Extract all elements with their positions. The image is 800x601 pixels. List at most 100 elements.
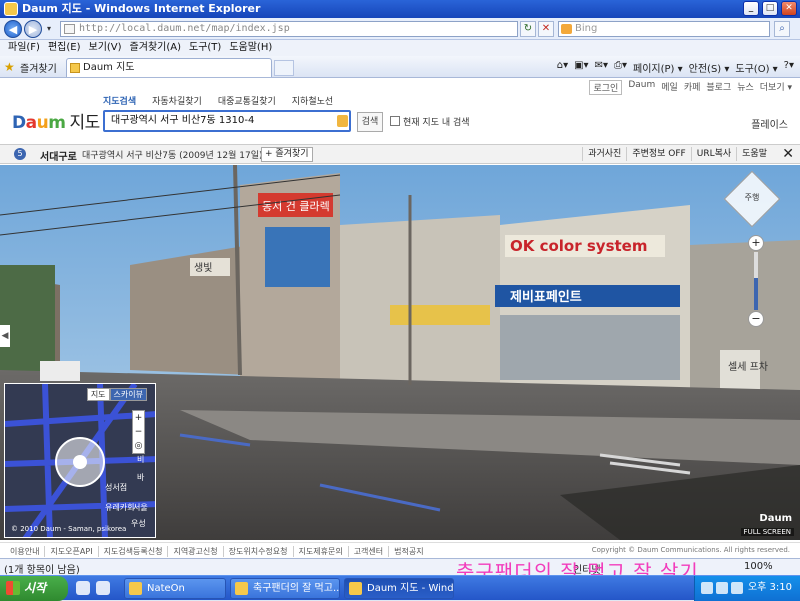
help-icon[interactable]: ?▾ [784,60,794,75]
add-favorite-button[interactable]: + 즐겨찾기 [261,147,313,162]
footer-link[interactable]: 지도제휴문의 [292,546,348,557]
new-tab-button[interactable] [274,60,294,76]
clock: 오후 3:10 [747,582,792,593]
maximize-button[interactable]: □ [762,1,778,16]
start-button[interactable]: 시작 [0,576,68,601]
minimap-label: 성서점 [105,483,128,492]
cmd-safety[interactable]: 안전(S) ▾ [689,60,730,75]
link-cafe[interactable]: 카페 [684,80,701,95]
favorites-star-icon[interactable]: ★ [4,60,15,74]
feeds-icon[interactable]: ▣▾ [574,60,588,75]
tab-map-search[interactable]: 지도검색 [103,94,136,107]
link-mail[interactable]: 메일 [661,80,678,95]
minimap-tab-map[interactable]: 지도 [86,388,110,401]
tray-icons [701,582,743,594]
cmd-page[interactable]: 페이지(P) ▾ [633,60,683,75]
minimize-button[interactable]: _ [743,1,759,16]
copy-url-button[interactable]: URL복사 [690,147,736,161]
address-bar: ◀ ▶ ▾ http://local.daum.net/map/index.js… [0,18,800,40]
footer-link[interactable]: 지도오픈API [44,546,97,557]
taskbar-item-daum-map[interactable]: Daum 지도 - Wind... [344,578,454,599]
window-title: Daum 지도 - Windows Internet Explorer [22,2,261,15]
minimap[interactable]: 지도 스카이뷰 + − ◎ 비 바 성서점 유레카회 서울 우성 © 2010 … [4,383,156,538]
help-button[interactable]: 도움말 [736,147,772,161]
login-button[interactable]: 로그인 [589,80,623,95]
taskbar-item-blog[interactable]: 축구팬더의 잘 먹고... [230,578,340,599]
desktop-quicklaunch-icon[interactable] [96,581,110,595]
footer-link[interactable]: 고객센터 [347,546,388,557]
daum-header: 로그인 Daum 메일 카페 블로그 뉴스 더보기 ▾ Daum 지도 지도검색 … [0,78,800,144]
menu-favorites[interactable]: 즐겨찾기(A) [126,40,185,56]
status-zoom[interactable]: 100% [744,561,773,572]
favorites-button[interactable]: 즐겨찾기 [20,60,57,75]
ie-icon [4,2,18,16]
drive-mode-label[interactable]: 주행 [728,192,776,203]
refresh-icon[interactable]: ↻ [520,21,536,37]
daum-map-logo[interactable]: Daum 지도 [12,108,100,133]
navigation-dial[interactable]: 주행 [723,170,781,228]
tab-subway[interactable]: 지하철노선 [292,94,333,107]
roadview-zoom-control: + − [748,235,764,327]
minimap-zoom-in[interactable]: + [133,411,144,425]
tab-car-route[interactable]: 자동차길찾기 [152,94,202,107]
mail-icon[interactable]: ✉▾ [595,60,608,75]
tray-icon[interactable] [701,582,713,594]
minimap-tab-skyview[interactable]: 스카이뷰 [109,388,147,401]
zoom-out-button[interactable]: − [748,311,764,327]
footer-link[interactable]: 장도위치수정요청 [222,546,293,557]
link-daum[interactable]: Daum [628,80,655,95]
within-map-label: 현재 지도 내 검색 [403,118,470,128]
history-dropdown-icon[interactable]: ▾ [44,20,54,38]
footer-link[interactable]: 이용안내 [10,546,44,557]
map-search-button[interactable]: 검색 [357,112,383,132]
map-search-input[interactable]: 대구광역시 서구 비산7동 1310-4 [103,110,351,132]
home-icon[interactable]: ⌂▾ [557,60,568,75]
tray-icon[interactable] [731,582,743,594]
footer-link[interactable]: 법적공지 [388,546,428,557]
close-window-button[interactable]: ✕ [781,1,797,16]
url-input[interactable]: http://local.daum.net/map/index.jsp [60,21,518,37]
cmd-tools[interactable]: 도구(O) ▾ [735,60,777,75]
search-go-icon[interactable]: ⌕ [774,21,790,37]
menu-help[interactable]: 도움말(H) [225,40,276,56]
menu-file[interactable]: 파일(F) [4,40,44,56]
places-link[interactable]: 플레이스 [751,116,788,131]
link-more[interactable]: 더보기 ▾ [760,80,792,95]
nearby-info-toggle[interactable]: 주변정보 OFF [626,147,690,161]
menu-edit[interactable]: 편집(E) [44,40,85,56]
footer-link[interactable]: 지도검색등록신청 [97,546,168,557]
link-news[interactable]: 뉴스 [737,80,754,95]
roadview-panorama[interactable]: 동서 건 클라렉 생빛 OK color system 제비표페인트 셀세 프차 [0,165,800,540]
tray-icon[interactable] [716,582,728,594]
ie-quicklaunch-icon[interactable] [76,581,90,595]
menu-tools[interactable]: 도구(T) [185,40,225,56]
tab-title: Daum 지도 [83,62,135,73]
stop-icon[interactable]: ✕ [538,21,554,37]
search-engine-input[interactable]: Bing [558,21,770,37]
within-map-checkbox[interactable]: 현재 지도 내 검색 [390,115,470,128]
minimap-label: 우성 [131,519,146,528]
minimap-locate-icon[interactable]: ◎ [133,439,144,453]
tab-daum-map[interactable]: Daum 지도 [66,58,272,77]
search-dropdown-icon[interactable] [337,115,348,127]
close-roadview-icon[interactable]: ✕ [782,146,794,162]
checkbox-box[interactable] [390,116,400,126]
building-corner [340,215,500,385]
minimap-zoom-out[interactable]: − [133,425,144,439]
tab-transit-route[interactable]: 대중교통길찾기 [218,94,276,107]
minimap-label: 바 [137,473,145,482]
taskbar-item-nateon[interactable]: NateOn [124,578,226,599]
minimap-copyright: © 2010 Daum - Saman, psikorea [11,525,127,533]
link-blog[interactable]: 블로그 [706,80,731,95]
zoom-in-button[interactable]: + [748,235,764,251]
forward-button[interactable]: ▶ [24,20,42,38]
sign-yellow [390,305,490,325]
back-button[interactable]: ◀ [4,20,22,38]
fullscreen-button[interactable]: FULL SCREEN [740,528,794,536]
menu-view[interactable]: 보기(V) [85,40,126,56]
start-label: 시작 [24,581,47,595]
pan-left-icon[interactable]: ◀ [0,325,10,347]
print-icon[interactable]: ⎙▾ [614,60,627,75]
past-photos-button[interactable]: 과거사진 [582,147,626,161]
footer-link[interactable]: 지역광고신청 [167,546,222,557]
